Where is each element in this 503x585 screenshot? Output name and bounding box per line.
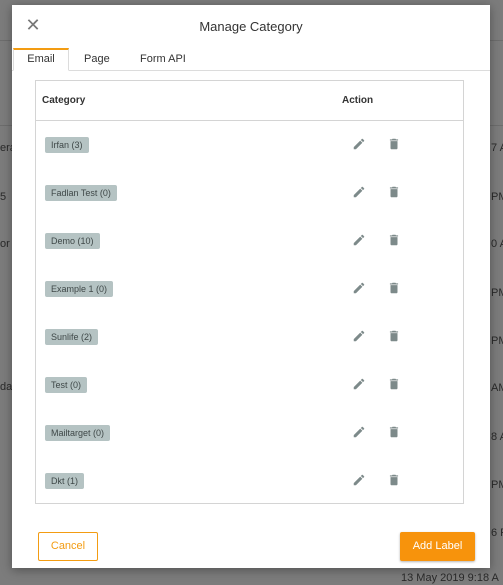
bg-text: PM — [491, 479, 503, 491]
bg-text: PM — [491, 191, 503, 203]
trash-icon[interactable] — [387, 185, 403, 201]
header-action: Action — [342, 95, 374, 106]
bg-text: or — [0, 238, 10, 250]
pencil-icon[interactable] — [352, 137, 368, 153]
category-badge: Irfan (3) — [45, 137, 89, 153]
category-badge: Demo (10) — [45, 233, 100, 249]
bg-text: 6 P — [491, 527, 503, 539]
pencil-icon[interactable] — [352, 281, 368, 297]
pencil-icon[interactable] — [352, 377, 368, 393]
tab-bar: Email Page Form API — [12, 48, 490, 71]
table-row: Dkt (1) — [36, 457, 463, 505]
table-row: Demo (10) — [36, 217, 463, 265]
trash-icon[interactable] — [387, 473, 403, 489]
table-row: Fadlan Test (0) — [36, 169, 463, 217]
bg-text: PM — [491, 287, 503, 299]
trash-icon[interactable] — [387, 329, 403, 345]
trash-icon[interactable] — [387, 377, 403, 393]
pencil-icon[interactable] — [352, 185, 368, 201]
category-badge: Test (0) — [45, 377, 88, 393]
tab-page[interactable]: Page — [84, 48, 110, 70]
table-row: Irfan (3) — [36, 121, 463, 169]
tab-form-api[interactable]: Form API — [140, 48, 186, 70]
bg-text: PM — [491, 335, 503, 347]
pencil-icon[interactable] — [352, 473, 368, 489]
table-row: Example 1 (0) — [36, 265, 463, 313]
category-badge: Dkt (1) — [45, 473, 84, 489]
category-badge: Example 1 (0) — [45, 281, 114, 297]
trash-icon[interactable] — [387, 233, 403, 249]
table-row: Sunlife (2) — [36, 313, 463, 361]
table-header: Category Action — [36, 81, 463, 121]
add-label-button[interactable]: Add Label — [400, 532, 475, 561]
header-category: Category — [42, 95, 86, 106]
trash-icon[interactable] — [387, 137, 403, 153]
manage-category-modal: ✕ Manage Category Email Page Form API Ca… — [12, 5, 490, 568]
cancel-button[interactable]: Cancel — [38, 532, 98, 561]
pencil-icon[interactable] — [352, 233, 368, 249]
bg-text: da — [0, 381, 13, 393]
modal-title: Manage Category — [199, 19, 303, 34]
trash-icon[interactable] — [387, 425, 403, 441]
table-row: Test (0) — [36, 361, 463, 409]
bg-text: 7 A — [491, 142, 503, 154]
bg-text: 0 A — [491, 238, 503, 250]
tab-email[interactable]: Email — [13, 48, 69, 71]
category-badge: Mailtarget (0) — [45, 425, 111, 441]
category-badge: Fadlan Test (0) — [45, 185, 117, 201]
category-badge: Sunlife (2) — [45, 329, 99, 345]
trash-icon[interactable] — [387, 281, 403, 297]
bg-text: 13 May 2019 9:18 A — [401, 572, 499, 584]
table-row: Mailtarget (0) — [36, 409, 463, 457]
bg-text: AM — [491, 382, 503, 394]
pencil-icon[interactable] — [352, 425, 368, 441]
bg-text: 5 — [0, 191, 7, 203]
pencil-icon[interactable] — [352, 329, 368, 345]
bg-text: 8 A — [491, 431, 503, 443]
category-table: Category Action Irfan (3) Fadlan Test (0)… — [35, 80, 464, 504]
